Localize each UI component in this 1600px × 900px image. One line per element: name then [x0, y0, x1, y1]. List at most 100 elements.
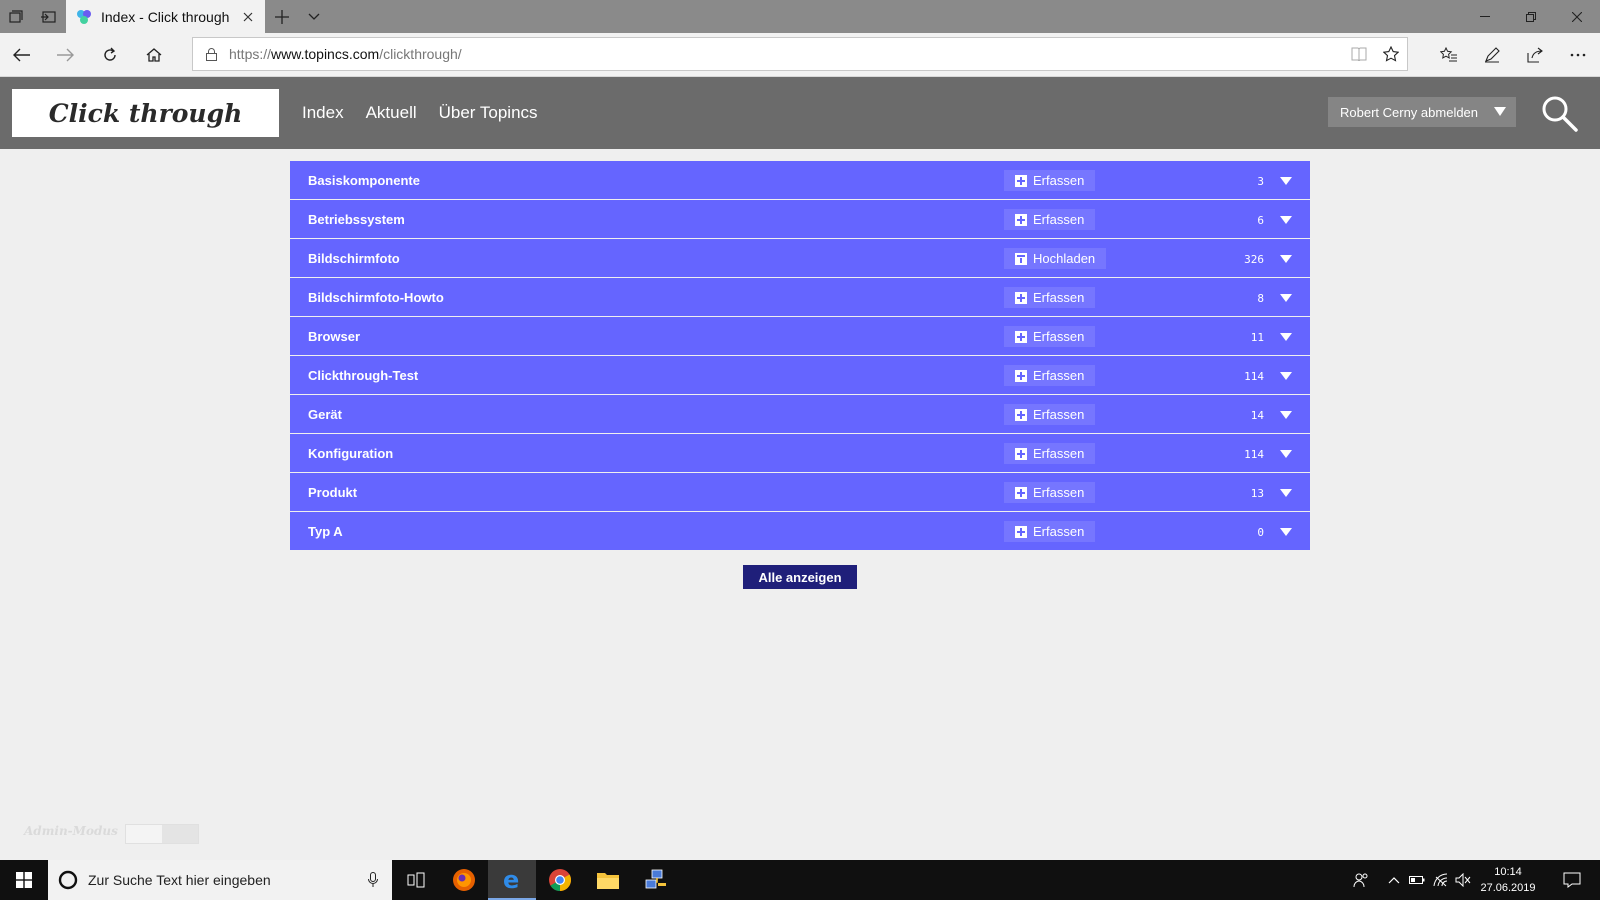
back-arrow-icon[interactable] [5, 38, 39, 72]
topic-type-name[interactable]: Betriebssystem [308, 200, 405, 239]
list-item[interactable]: Produkt Erfassen 13 [290, 473, 1310, 512]
row-action-button[interactable]: Erfassen [1004, 521, 1096, 542]
tab-preview-chevron-icon[interactable] [298, 0, 330, 33]
expand-triangle-icon[interactable] [1280, 255, 1292, 263]
row-action-button[interactable]: Hochladen [1004, 248, 1107, 269]
browser-tab-bar: Index - Click through [0, 0, 1600, 33]
item-count: 326 [1244, 253, 1264, 266]
topic-type-name[interactable]: Clickthrough-Test [308, 356, 418, 395]
expand-triangle-icon[interactable] [1280, 177, 1292, 185]
expand-triangle-icon[interactable] [1280, 216, 1292, 224]
system-clock[interactable]: 10:14 27.06.2019 [1474, 864, 1542, 896]
pen-notes-icon[interactable] [1475, 38, 1509, 72]
row-action-button[interactable]: Erfassen [1004, 287, 1096, 308]
expand-triangle-icon[interactable] [1280, 333, 1292, 341]
plus-square-icon [1015, 330, 1027, 343]
row-action-button[interactable]: Erfassen [1004, 365, 1096, 386]
task-view-icon[interactable] [392, 860, 440, 900]
home-icon[interactable] [137, 38, 171, 72]
row-action-button[interactable]: Erfassen [1004, 482, 1096, 503]
expand-triangle-icon[interactable] [1280, 294, 1292, 302]
list-item[interactable]: Browser Erfassen 11 [290, 317, 1310, 356]
topic-type-name[interactable]: Produkt [308, 473, 357, 512]
tab-manager-icon[interactable] [0, 0, 32, 33]
plus-square-icon [1015, 369, 1027, 382]
address-bar[interactable]: https://www.topincs.com/clickthrough/ [192, 37, 1408, 71]
list-item[interactable]: Bildschirmfoto-Howto Erfassen 8 [290, 278, 1310, 317]
expand-triangle-icon[interactable] [1280, 489, 1292, 497]
favorites-hub-icon[interactable] [1432, 38, 1466, 72]
row-action-label: Erfassen [1033, 446, 1085, 461]
url-text[interactable]: https://www.topincs.com/clickthrough/ [229, 46, 1343, 62]
list-item[interactable]: Basiskomponente Erfassen 3 [290, 161, 1310, 200]
taskbar-search-box[interactable]: Zur Suche Text hier eingeben [48, 860, 392, 900]
row-action-button[interactable]: Erfassen [1004, 404, 1096, 425]
topic-type-name[interactable]: Gerät [308, 395, 342, 434]
list-item[interactable]: Betriebssystem Erfassen 6 [290, 200, 1310, 239]
topic-type-name[interactable]: Konfiguration [308, 434, 393, 473]
volume-muted-icon[interactable] [1452, 860, 1474, 900]
list-item[interactable]: Bildschirmfoto Hochladen 326 [290, 239, 1310, 278]
cortana-icon [58, 870, 78, 890]
row-action-label: Erfassen [1033, 485, 1085, 500]
refresh-icon[interactable] [93, 38, 127, 72]
network-app-icon[interactable] [632, 860, 680, 900]
search-icon[interactable] [1540, 94, 1580, 134]
reading-view-icon[interactable] [1343, 38, 1375, 70]
nav-link-index[interactable]: Index [302, 103, 344, 123]
row-action-button[interactable]: Erfassen [1004, 209, 1096, 230]
row-action-button[interactable]: Erfassen [1004, 443, 1096, 464]
row-action-label: Erfassen [1033, 329, 1085, 344]
topic-type-name[interactable]: Bildschirmfoto [308, 239, 400, 278]
share-icon[interactable] [1518, 38, 1552, 72]
row-action-button[interactable]: Erfassen [1004, 170, 1096, 191]
set-tabs-aside-icon[interactable] [32, 0, 64, 33]
file-explorer-icon[interactable] [584, 860, 632, 900]
edge-icon[interactable]: e [488, 860, 536, 900]
restore-icon[interactable] [1508, 0, 1554, 33]
people-icon[interactable] [1348, 860, 1374, 900]
expand-triangle-icon[interactable] [1280, 528, 1292, 536]
close-window-icon[interactable] [1554, 0, 1600, 33]
chrome-icon[interactable] [536, 860, 584, 900]
expand-triangle-icon[interactable] [1280, 372, 1292, 380]
site-logo[interactable]: Click through [12, 89, 279, 137]
topic-type-name[interactable]: Typ A [308, 512, 343, 551]
expand-triangle-icon[interactable] [1280, 411, 1292, 419]
tray-chevron-up-icon[interactable] [1384, 860, 1404, 900]
list-item[interactable]: Konfiguration Erfassen 114 [290, 434, 1310, 473]
clock-date: 27.06.2019 [1480, 882, 1536, 894]
windows-start-icon[interactable] [0, 860, 48, 900]
battery-icon[interactable] [1406, 860, 1428, 900]
nav-link-aktuell[interactable]: Aktuell [366, 103, 417, 123]
show-all-button[interactable]: Alle anzeigen [743, 565, 857, 589]
topic-type-name[interactable]: Browser [308, 317, 360, 356]
close-tab-icon[interactable] [237, 6, 259, 28]
list-item[interactable]: Clickthrough-Test Erfassen 114 [290, 356, 1310, 395]
new-tab-icon[interactable] [266, 0, 298, 33]
nav-link-ueber-topincs[interactable]: Über Topincs [439, 103, 538, 123]
action-center-icon[interactable] [1552, 860, 1592, 900]
browser-tab-active[interactable]: Index - Click through [66, 0, 265, 33]
plus-square-icon [1015, 408, 1027, 421]
minimize-icon[interactable] [1462, 0, 1508, 33]
list-item[interactable]: Gerät Erfassen 14 [290, 395, 1310, 434]
admin-mode-toggle[interactable] [125, 824, 199, 844]
firefox-icon[interactable] [440, 860, 488, 900]
expand-triangle-icon[interactable] [1280, 450, 1292, 458]
more-options-icon[interactable] [1561, 38, 1595, 72]
user-logout-dropdown[interactable]: Robert Cerny abmelden [1328, 97, 1516, 127]
row-action-label: Erfassen [1033, 368, 1085, 383]
browser-toolbar: https://www.topincs.com/clickthrough/ [0, 33, 1600, 77]
wifi-icon[interactable] [1430, 860, 1452, 900]
row-action-button[interactable]: Erfassen [1004, 326, 1096, 347]
favorite-star-icon[interactable] [1375, 38, 1407, 70]
forward-arrow-icon[interactable] [48, 38, 82, 72]
topic-type-name[interactable]: Bildschirmfoto-Howto [308, 278, 444, 317]
microphone-icon[interactable] [368, 872, 378, 888]
topic-type-name[interactable]: Basiskomponente [308, 161, 420, 200]
lock-icon[interactable] [193, 47, 229, 61]
list-item[interactable]: Typ A Erfassen 0 [290, 512, 1310, 551]
plus-square-icon [1015, 291, 1027, 304]
taskbar-search-placeholder: Zur Suche Text hier eingeben [88, 872, 271, 888]
